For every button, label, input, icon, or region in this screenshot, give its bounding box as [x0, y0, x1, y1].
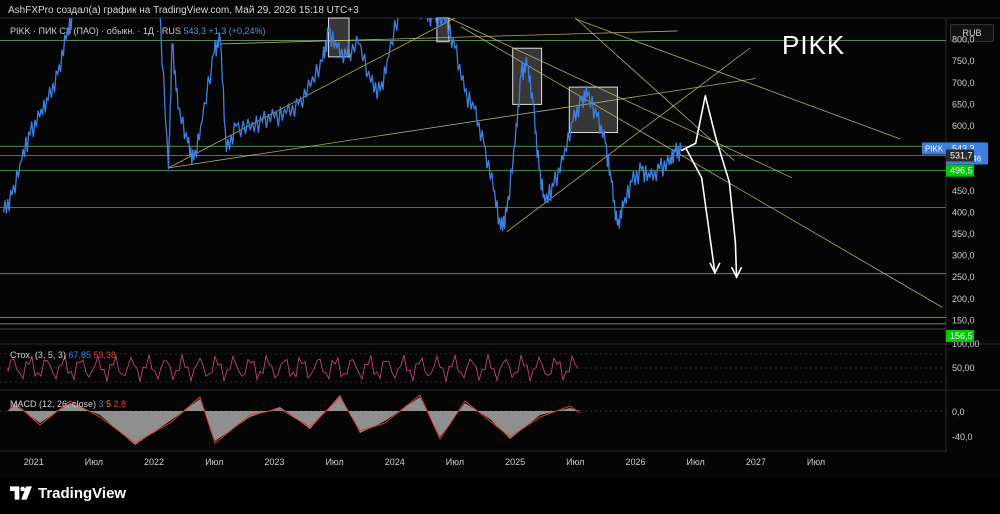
- trend-line: [506, 47, 751, 233]
- time-axis-label: Июл: [807, 457, 825, 467]
- tradingview-logo-icon: [10, 486, 32, 500]
- time-axis-label: 2021: [24, 457, 44, 467]
- time-axis-label: 2026: [625, 457, 645, 467]
- time-axis-label: Июл: [325, 457, 343, 467]
- macd-value-2: 5: [106, 399, 112, 409]
- tradingview-logo[interactable]: TradingView: [10, 485, 126, 502]
- price-tag-symbol: PIKK: [925, 144, 944, 153]
- macd-value-1: 3: [98, 399, 104, 409]
- price-axis-tick: 350,0: [952, 229, 975, 239]
- brand-name: TradingView: [38, 485, 127, 502]
- highlight-box: [512, 47, 543, 105]
- macd-tick-negative: -40,0: [952, 432, 973, 442]
- level-tag-value: 496,5: [950, 166, 973, 176]
- price-axis-tick: 300,0: [952, 251, 975, 261]
- level-tag-value: 156,5: [950, 331, 973, 341]
- forecast-arrow-2: [685, 148, 716, 273]
- stoch-label: Стох. (3, 5, 3): [10, 350, 66, 360]
- time-axis-label: Июл: [566, 457, 584, 467]
- time-axis-label: 2024: [385, 457, 405, 467]
- footer-bar: [0, 478, 1000, 514]
- price-axis-tick: 800,0: [952, 35, 975, 45]
- price-axis-tick: 750,0: [952, 56, 975, 66]
- time-axis-label: 2027: [746, 457, 766, 467]
- time-axis-label: Июл: [205, 457, 223, 467]
- stoch-legend: Стох. (3, 5, 3) 67,85 59,38: [10, 350, 116, 360]
- time-axis-label: 2023: [264, 457, 284, 467]
- trend-line: [168, 78, 756, 169]
- price-axis-tick: 150,0: [952, 315, 975, 325]
- level-tag-value: 531,7: [950, 150, 973, 160]
- macd-label: MACD (12, 26, close): [10, 399, 97, 409]
- stoch-value-k: 67,85: [68, 350, 91, 360]
- stoch-value-d: 59,38: [93, 350, 117, 360]
- time-axis-label: 2022: [144, 457, 164, 467]
- price-axis-tick: 450,0: [952, 186, 975, 196]
- trend-line: [448, 17, 793, 179]
- trend-line: [460, 26, 943, 308]
- time-axis-label: Июл: [687, 457, 705, 467]
- price-axis-tick: 600,0: [952, 121, 975, 131]
- stoch-tick-50: 50,00: [952, 363, 975, 373]
- trend-line: [575, 18, 901, 140]
- forecast-arrow-1: [680, 94, 738, 278]
- macd-legend: MACD (12, 26, close) 3 5 2,8: [10, 399, 126, 409]
- time-axis-label: Июл: [446, 457, 464, 467]
- price-axis-tick: 250,0: [952, 272, 975, 282]
- chart-annotation-ticker: PIKK: [782, 30, 846, 60]
- price-axis-tick: 700,0: [952, 78, 975, 88]
- time-axis-label: 2025: [505, 457, 525, 467]
- price-axis-tick: 400,0: [952, 207, 975, 217]
- price-axis-tick: 650,0: [952, 99, 975, 109]
- price-chart[interactable]: 800,0750,0700,0650,0600,0550,0450,0400,0…: [0, 0, 1000, 478]
- time-axis-label: Июл: [85, 457, 103, 467]
- chart-frame: AshFXPro создал(а) график на TradingView…: [0, 0, 1000, 514]
- macd-value-3: 2,8: [113, 399, 127, 409]
- price-axis-tick: 200,0: [952, 294, 975, 304]
- macd-tick-zero: 0,0: [952, 407, 965, 417]
